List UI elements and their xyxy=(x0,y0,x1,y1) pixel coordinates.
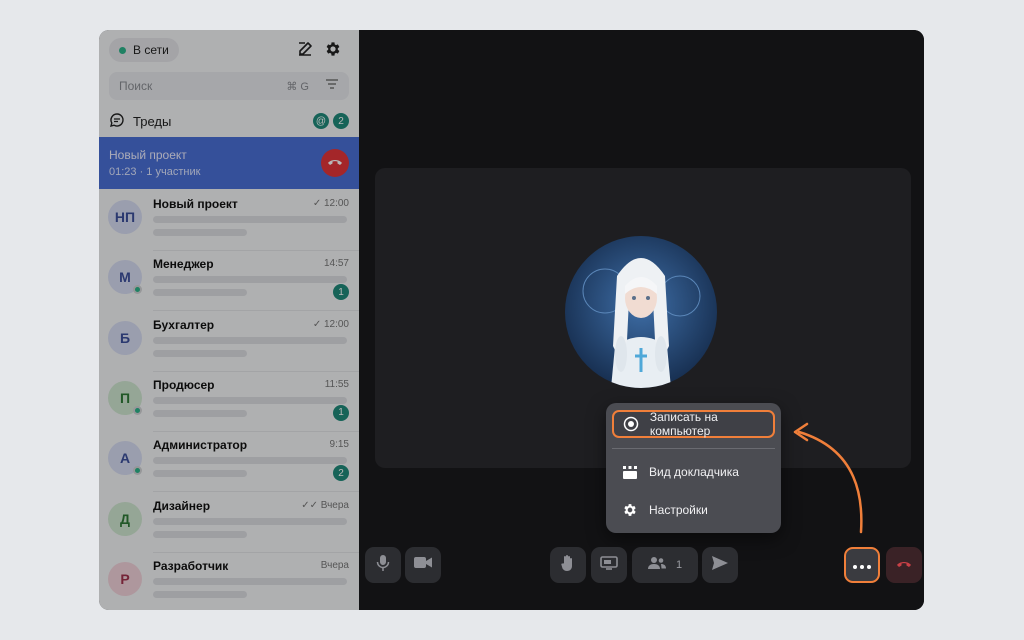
menu-item-speaker-view[interactable]: Вид докладчика xyxy=(612,458,775,486)
participants-count: 1 xyxy=(675,559,683,571)
filter-icon[interactable] xyxy=(325,77,339,95)
screen-share-button[interactable] xyxy=(591,547,627,583)
threads-label: Треды xyxy=(133,113,172,129)
send-reaction-button[interactable] xyxy=(702,547,738,583)
menu-item-label: Настройки xyxy=(649,503,708,517)
active-call-item[interactable]: Новый проект 01:23 · 1 участник xyxy=(99,137,359,189)
chat-item[interactable]: Р Разработчик Вчера xyxy=(99,553,359,610)
chat-time: Вчера xyxy=(320,559,349,571)
message-preview-placeholder xyxy=(153,590,247,598)
app-window: В сети ⌘ G Треды @ 2 Новый проект 01:23 … xyxy=(99,30,924,610)
chat-time: ✓ 12:00 xyxy=(312,198,349,209)
sidebar: В сети ⌘ G Треды @ 2 Новый проект 01:23 … xyxy=(99,30,359,610)
chat-item[interactable]: Б Бухгалтер ✓ 12:00 xyxy=(99,312,359,372)
chat-time: 11:55 xyxy=(324,378,349,390)
message-preview-placeholder xyxy=(153,336,347,344)
message-preview-placeholder xyxy=(153,517,347,525)
mention-icon: @ xyxy=(313,113,329,129)
status-label: В сети xyxy=(133,43,169,57)
chat-time: ✓ 12:00 xyxy=(312,318,349,330)
message-preview-placeholder xyxy=(153,396,347,404)
search-box: ⌘ G xyxy=(109,72,349,100)
message-preview-placeholder xyxy=(153,457,347,465)
threads-count-badge: 2 xyxy=(333,113,349,129)
end-call-button[interactable] xyxy=(886,547,922,583)
menu-item-settings[interactable]: Настройки xyxy=(612,496,775,524)
participants-icon xyxy=(647,556,666,575)
camera-button[interactable] xyxy=(405,547,441,583)
online-status-dot xyxy=(119,46,126,54)
active-call-subtitle: 01:23 · 1 участник xyxy=(109,166,201,178)
threads-icon xyxy=(109,112,125,131)
menu-separator xyxy=(612,448,775,449)
avatar: Д xyxy=(108,501,142,536)
message-preview-placeholder xyxy=(153,349,247,357)
message-preview-placeholder xyxy=(153,276,347,284)
gear-icon[interactable] xyxy=(323,39,343,59)
screen-share-icon xyxy=(600,555,618,575)
threads-item[interactable]: Треды @ 2 xyxy=(109,110,349,132)
chat-name: Бухгалтер xyxy=(153,317,215,332)
search-shortcut: ⌘ G xyxy=(286,80,309,93)
chat-name: Администратор xyxy=(153,438,248,453)
chat-item[interactable]: Д Дизайнер ✓✓ Вчера xyxy=(99,493,359,553)
menu-item-label: Вид докладчика xyxy=(649,465,739,479)
message-preview-placeholder xyxy=(153,409,247,417)
call-area: Записать на компьютер Вид докладчика Нас… xyxy=(359,30,924,610)
send-icon xyxy=(712,555,728,575)
menu-item-record[interactable]: Записать на компьютер xyxy=(612,410,775,438)
message-preview-placeholder xyxy=(153,216,347,223)
mic-button[interactable] xyxy=(365,547,401,583)
microphone-icon xyxy=(376,554,390,577)
search-input[interactable] xyxy=(119,79,269,93)
chat-time: 9:15 xyxy=(329,439,349,451)
avatar: Р xyxy=(108,561,142,596)
active-call-title: Новый проект xyxy=(109,148,187,162)
chat-item[interactable]: П Продюсер 11:55 1 xyxy=(99,372,359,432)
chat-item[interactable]: А Администратор 9:15 2 xyxy=(99,432,359,493)
chat-name: Продюсер xyxy=(153,377,215,392)
more-menu: Записать на компьютер Вид докладчика Нас… xyxy=(606,403,781,533)
hangup-button[interactable] xyxy=(321,149,349,177)
avatar: Б xyxy=(108,320,142,355)
hand-icon xyxy=(560,554,576,577)
gear-icon xyxy=(621,501,639,519)
participants-button[interactable]: 1 xyxy=(632,547,698,583)
online-indicator xyxy=(133,466,142,476)
chat-item[interactable]: НП Новый проект ✓ 12:00 xyxy=(99,191,359,251)
unread-badge: 1 xyxy=(333,404,349,421)
hangup-icon xyxy=(895,556,913,574)
chat-item[interactable]: М Менеджер 14:57 1 xyxy=(99,251,359,312)
chat-time: 14:57 xyxy=(323,258,349,270)
compose-icon[interactable] xyxy=(295,39,315,59)
message-preview-placeholder xyxy=(153,229,247,236)
chat-name: Разработчик xyxy=(153,558,229,573)
status-selector[interactable]: В сети xyxy=(109,38,179,62)
chat-time: ✓✓ Вчера xyxy=(301,499,349,511)
message-preview-placeholder xyxy=(153,470,247,478)
more-options-button[interactable] xyxy=(844,547,880,583)
message-preview-placeholder xyxy=(153,577,347,585)
message-preview-placeholder xyxy=(153,530,247,538)
unread-badge: 2 xyxy=(333,465,349,482)
online-indicator xyxy=(133,405,142,415)
speaker-view-icon xyxy=(621,463,639,481)
unread-badge: 1 xyxy=(333,284,349,301)
chat-name: Новый проект xyxy=(153,197,238,211)
chat-name: Менеджер xyxy=(153,257,214,272)
hangup-icon xyxy=(327,154,343,172)
more-dots-icon xyxy=(853,556,871,574)
avatar: НП xyxy=(108,200,142,234)
message-preview-placeholder xyxy=(153,289,247,297)
record-icon xyxy=(623,415,640,433)
menu-item-label: Записать на компьютер xyxy=(649,410,718,438)
chat-name: Дизайнер xyxy=(153,498,211,513)
camera-icon xyxy=(414,556,432,574)
raise-hand-button[interactable] xyxy=(550,547,586,583)
speaker-avatar xyxy=(565,236,717,388)
online-indicator xyxy=(133,285,142,295)
